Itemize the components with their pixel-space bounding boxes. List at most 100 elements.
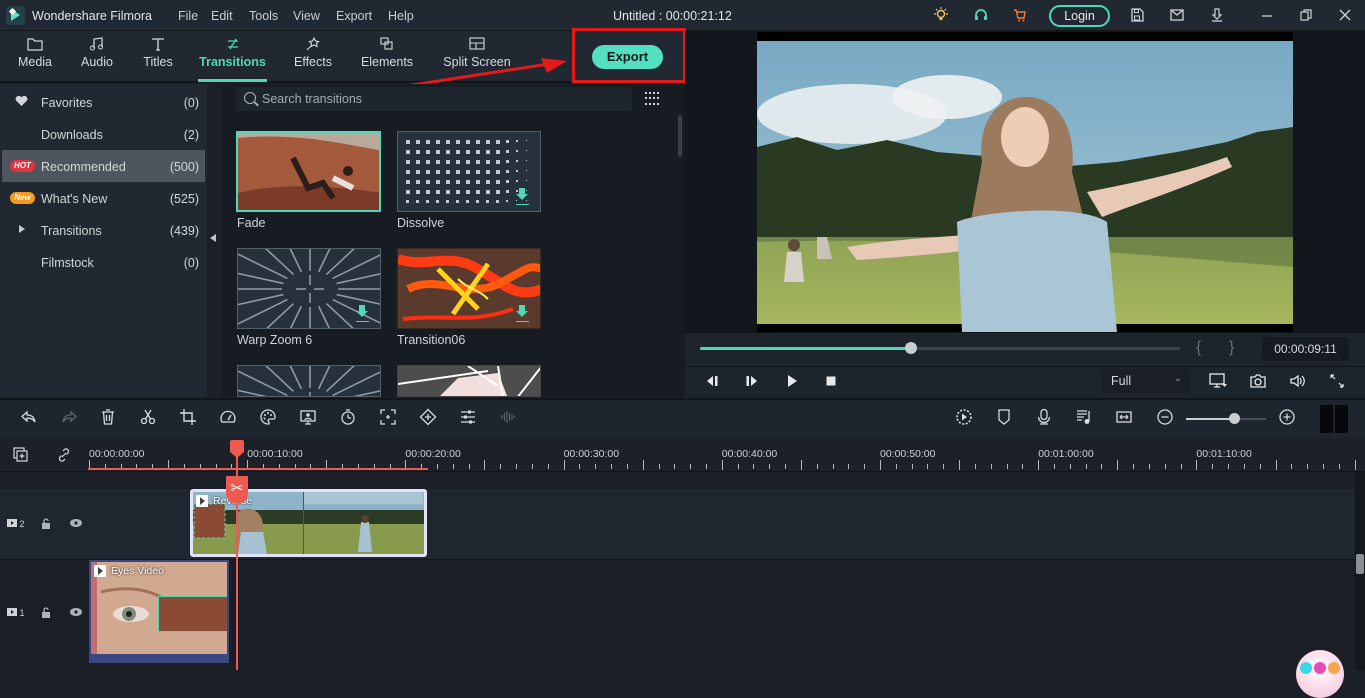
previous-frame-icon[interactable] (704, 373, 720, 389)
minimize-icon[interactable] (1258, 7, 1276, 25)
keyframe-icon[interactable] (418, 408, 438, 428)
audio-mix-icon[interactable] (1074, 408, 1094, 428)
focus-icon[interactable] (378, 408, 398, 428)
transition-label: Fade (237, 216, 266, 230)
cart-icon[interactable] (1011, 7, 1029, 25)
warp-thumbnail-image (238, 366, 380, 396)
category-transitions[interactable]: Transitions (439) (2, 214, 205, 246)
crop-icon[interactable] (178, 408, 198, 428)
tab-titles[interactable]: Titles (138, 31, 178, 81)
menu-file[interactable]: File (178, 9, 198, 23)
speed-icon[interactable] (218, 408, 238, 428)
audio-wave-icon[interactable] (498, 408, 518, 428)
download-icon[interactable] (356, 305, 368, 318)
tab-transitions[interactable]: Transitions (198, 31, 267, 82)
ruler-tick (532, 464, 533, 469)
clip-reverse[interactable]: Reverse (190, 489, 427, 557)
menu-help[interactable]: Help (388, 9, 414, 23)
category-favorites[interactable]: Favorites (0) (2, 86, 205, 118)
grid-view-icon[interactable] (645, 92, 661, 106)
fit-timeline-icon[interactable] (1114, 408, 1134, 428)
color-icon[interactable] (258, 408, 278, 428)
undo-icon[interactable] (19, 408, 39, 428)
search-transitions[interactable] (236, 87, 632, 111)
display-settings-icon[interactable] (1209, 373, 1227, 389)
tab-effects[interactable]: Effects (292, 31, 334, 81)
restore-icon[interactable] (1297, 7, 1315, 25)
clip-eyes-video[interactable]: Eyes Video (89, 560, 229, 663)
category-recommended[interactable]: HOT Recommended (500) (2, 150, 205, 182)
next-frame-icon[interactable] (744, 373, 760, 389)
play-icon[interactable] (784, 373, 800, 389)
collapse-panel-button[interactable] (207, 84, 221, 397)
record-voiceover-icon[interactable] (1034, 408, 1054, 428)
assistant-bubble-icon[interactable] (1296, 650, 1344, 698)
login-button[interactable]: Login (1049, 5, 1110, 27)
transition-overlay-fade[interactable] (158, 596, 227, 632)
cut-icon[interactable] (138, 408, 158, 428)
mark-in-button[interactable]: { (1196, 339, 1201, 357)
duration-icon[interactable] (338, 408, 358, 428)
panel-layout-icon[interactable] (1320, 405, 1348, 433)
adjust-icon[interactable] (458, 408, 478, 428)
download-icon[interactable] (516, 188, 528, 201)
stop-icon[interactable] (823, 373, 839, 389)
menu-export[interactable]: Export (336, 9, 372, 23)
headset-icon[interactable] (972, 7, 990, 25)
download-icon[interactable] (516, 305, 528, 318)
ruler-tick (659, 464, 660, 469)
add-track-icon[interactable] (12, 446, 30, 467)
export-button[interactable]: Export (592, 45, 663, 69)
expand-arrow-icon[interactable] (19, 225, 25, 233)
lightbulb-icon[interactable] (932, 7, 950, 25)
grid-scrollbar[interactable] (678, 115, 682, 157)
track-visibility-icon[interactable] (70, 608, 82, 616)
transition-thumb-fade[interactable] (236, 131, 381, 212)
render-preview-icon[interactable] (954, 408, 974, 428)
zoom-out-icon[interactable] (1155, 408, 1175, 428)
transition-label: Transition06 (397, 333, 466, 347)
volume-icon[interactable] (1289, 373, 1307, 389)
track-lock-icon[interactable] (41, 607, 51, 619)
category-filmstock[interactable]: Filmstock (0) (2, 246, 205, 278)
track-visibility-icon[interactable] (70, 519, 82, 527)
transition-label: Dissolve (397, 216, 445, 230)
transition-thumb-warp-zoom[interactable] (237, 248, 381, 329)
link-icon[interactable] (55, 446, 73, 467)
transition-thumb[interactable] (397, 365, 541, 397)
mark-out-button[interactable]: } (1229, 339, 1234, 357)
marker-icon[interactable] (994, 408, 1014, 428)
split-scissors-icon[interactable]: ✂ (226, 476, 248, 504)
snapshot-icon[interactable] (1249, 373, 1267, 389)
timeline-ruler[interactable] (0, 438, 1365, 472)
preview-zoom-select[interactable]: Full ⌄ (1102, 369, 1190, 393)
timeline-scroll-thumb[interactable] (1356, 554, 1364, 574)
work-area-range[interactable] (88, 468, 428, 470)
transition-thumb-transition06[interactable] (397, 248, 541, 329)
transition-thumb[interactable] (237, 365, 381, 397)
mail-icon[interactable] (1168, 7, 1186, 25)
menu-edit[interactable]: Edit (211, 9, 233, 23)
menu-tools[interactable]: Tools (249, 9, 278, 23)
category-whats-new[interactable]: New What's New (525) (2, 182, 205, 214)
transition-thumb-dissolve[interactable] (397, 131, 541, 212)
delete-icon[interactable] (98, 408, 118, 428)
track-lock-icon[interactable] (41, 518, 51, 530)
menu-view[interactable]: View (293, 9, 320, 23)
playhead-handle[interactable] (230, 440, 244, 458)
tab-media[interactable]: Media (14, 31, 56, 81)
green-screen-icon[interactable] (298, 408, 318, 428)
fullscreen-icon[interactable] (1329, 373, 1345, 389)
ruler-tick (1086, 464, 1087, 469)
shape-thumbnail-image (398, 366, 540, 396)
search-input[interactable] (262, 87, 622, 111)
timeline-zoom-handle[interactable] (1229, 413, 1240, 424)
close-icon[interactable] (1336, 7, 1354, 25)
zoom-in-icon[interactable] (1277, 408, 1297, 428)
download-icon[interactable] (1208, 7, 1226, 25)
tab-audio[interactable]: Audio (76, 31, 118, 81)
save-icon[interactable] (1128, 7, 1146, 25)
video-preview[interactable] (757, 32, 1293, 332)
redo-icon[interactable] (59, 408, 79, 428)
category-downloads[interactable]: Downloads (2) (2, 118, 205, 150)
